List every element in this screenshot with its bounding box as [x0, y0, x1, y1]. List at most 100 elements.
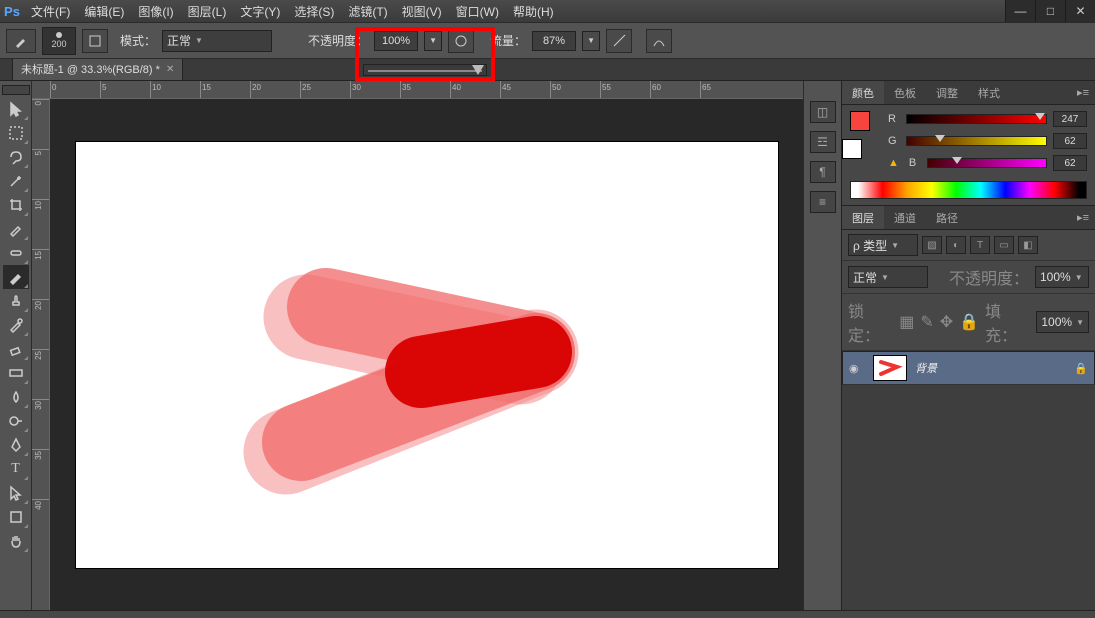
layer-fill-field[interactable]: 100%▼: [1036, 311, 1089, 333]
lock-position-icon[interactable]: ✥: [940, 312, 953, 332]
dock-icon-character[interactable]: ¶: [810, 161, 836, 183]
eraser-tool[interactable]: [3, 337, 29, 361]
blur-tool[interactable]: [3, 385, 29, 409]
layer-filter-kind[interactable]: ρ 类型▼: [848, 234, 918, 256]
brush-tool[interactable]: [3, 265, 29, 289]
menu-window[interactable]: 窗口(W): [449, 0, 506, 22]
opacity-slider-popup[interactable]: [363, 64, 487, 76]
tablet-pressure-toggle[interactable]: [646, 29, 672, 53]
tab-paths[interactable]: 路径: [926, 206, 968, 229]
document-tab[interactable]: 未标题-1 @ 33.3%(RGB/8) * ✕: [12, 57, 183, 80]
g-slider[interactable]: [906, 136, 1047, 146]
path-select-tool[interactable]: [3, 481, 29, 505]
menu-filter[interactable]: 滤镜(T): [341, 0, 394, 22]
tab-adjustments[interactable]: 调整: [926, 81, 968, 104]
layers-panel-menu-icon[interactable]: ▸≡: [1071, 211, 1095, 224]
gamut-warning-icon[interactable]: ▲: [888, 157, 899, 169]
window-maximize[interactable]: □: [1035, 0, 1065, 22]
background-swatch[interactable]: [842, 139, 862, 159]
type-tool[interactable]: T: [3, 457, 29, 481]
g-value[interactable]: [1053, 133, 1087, 149]
filter-shape-icon[interactable]: ▭: [994, 236, 1014, 254]
menu-edit[interactable]: 编辑(E): [77, 0, 131, 22]
close-tab-icon[interactable]: ✕: [166, 64, 174, 75]
tool-preset-picker[interactable]: [6, 29, 36, 53]
app-logo: Ps: [0, 0, 24, 22]
magic-wand-tool[interactable]: [3, 169, 29, 193]
airbrush-toggle[interactable]: [606, 29, 632, 53]
foreground-swatch[interactable]: [850, 111, 870, 131]
healing-tool[interactable]: [3, 241, 29, 265]
options-bar: 200 模式： 正常▼ 不透明度： ▼ 流量： ▼: [0, 22, 1095, 59]
shape-tool[interactable]: [3, 505, 29, 529]
menu-help[interactable]: 帮助(H): [506, 0, 561, 22]
document-tab-bar: 未标题-1 @ 33.3%(RGB/8) * ✕: [0, 59, 1095, 81]
panel-menu-icon[interactable]: ▸≡: [1071, 86, 1095, 99]
layer-blend-select[interactable]: 正常▼: [848, 266, 928, 288]
opacity-dropdown[interactable]: ▼: [424, 31, 442, 51]
layer-name[interactable]: 背景: [915, 360, 937, 376]
r-slider[interactable]: [906, 114, 1047, 124]
layers-panel: 图层 通道 路径 ▸≡ ρ 类型▼ ▧ ◐ T ▭ ◧ 正常▼: [842, 206, 1095, 610]
window-close[interactable]: ✕: [1065, 0, 1095, 22]
layer-thumbnail[interactable]: [873, 355, 907, 381]
document-canvas[interactable]: [76, 142, 778, 568]
color-spectrum[interactable]: [850, 181, 1087, 199]
eyedropper-tool[interactable]: [3, 217, 29, 241]
menu-view[interactable]: 视图(V): [395, 0, 449, 22]
crop-tool[interactable]: [3, 193, 29, 217]
viewport[interactable]: [50, 99, 803, 610]
menu-file[interactable]: 文件(F): [24, 0, 77, 22]
layer-opacity-field[interactable]: 100%▼: [1035, 266, 1089, 288]
dock-icon-history[interactable]: ◫: [810, 101, 836, 123]
dock-icon-paragraph[interactable]: ≡: [810, 191, 836, 213]
opacity-field[interactable]: [374, 31, 418, 51]
flow-dropdown[interactable]: ▼: [582, 31, 600, 51]
gradient-tool[interactable]: [3, 361, 29, 385]
filter-smart-icon[interactable]: ◧: [1018, 236, 1038, 254]
ruler-vertical[interactable]: 0510152025303540: [32, 99, 50, 610]
r-value[interactable]: [1053, 111, 1087, 127]
tab-swatches[interactable]: 色板: [884, 81, 926, 104]
brush-panel-toggle[interactable]: [82, 29, 108, 53]
lock-all-icon[interactable]: 🔒: [959, 312, 979, 332]
window-minimize[interactable]: —: [1005, 0, 1035, 22]
dodge-tool[interactable]: [3, 409, 29, 433]
history-brush-tool[interactable]: [3, 313, 29, 337]
slider-thumb-icon[interactable]: [472, 65, 484, 75]
b-value[interactable]: [1053, 155, 1087, 171]
layer-row[interactable]: ◉ 背景 🔒: [842, 351, 1095, 385]
menu-select[interactable]: 选择(S): [287, 0, 341, 22]
blend-mode-select[interactable]: 正常▼: [162, 30, 272, 52]
b-slider[interactable]: [927, 158, 1047, 168]
filter-adjust-icon[interactable]: ◐: [946, 236, 966, 254]
lock-transparent-icon[interactable]: ▦: [899, 312, 914, 332]
filter-pixel-icon[interactable]: ▧: [922, 236, 942, 254]
tab-layers[interactable]: 图层: [842, 206, 884, 229]
document-title: 未标题-1 @ 33.3%(RGB/8) *: [21, 61, 160, 77]
toolbox-handle[interactable]: [2, 85, 30, 95]
opacity-label: 不透明度：: [308, 32, 368, 49]
visibility-icon[interactable]: ◉: [849, 362, 865, 375]
tab-channels[interactable]: 通道: [884, 206, 926, 229]
menu-image[interactable]: 图像(I): [131, 0, 180, 22]
dock-icon-properties[interactable]: ☲: [810, 131, 836, 153]
marquee-tool[interactable]: [3, 121, 29, 145]
menu-layer[interactable]: 图层(L): [181, 0, 234, 22]
hand-tool[interactable]: [3, 529, 29, 553]
pen-tool[interactable]: [3, 433, 29, 457]
flow-field[interactable]: [532, 31, 576, 51]
opacity-pressure-toggle[interactable]: [448, 29, 474, 53]
ruler-horizontal[interactable]: 05101520253035404550556065: [32, 81, 803, 99]
layer-lock-icon[interactable]: 🔒: [1074, 362, 1088, 375]
lasso-tool[interactable]: [3, 145, 29, 169]
move-tool[interactable]: [3, 97, 29, 121]
brush-preset-picker[interactable]: 200: [42, 27, 76, 55]
filter-type-icon[interactable]: T: [970, 236, 990, 254]
tab-color[interactable]: 颜色: [842, 81, 884, 104]
tab-styles[interactable]: 样式: [968, 81, 1010, 104]
lock-pixels-icon[interactable]: ✎: [920, 312, 933, 332]
stamp-tool[interactable]: [3, 289, 29, 313]
menu-type[interactable]: 文字(Y): [233, 0, 287, 22]
panel-dock: 颜色 色板 调整 样式 ▸≡ R: [841, 81, 1095, 610]
